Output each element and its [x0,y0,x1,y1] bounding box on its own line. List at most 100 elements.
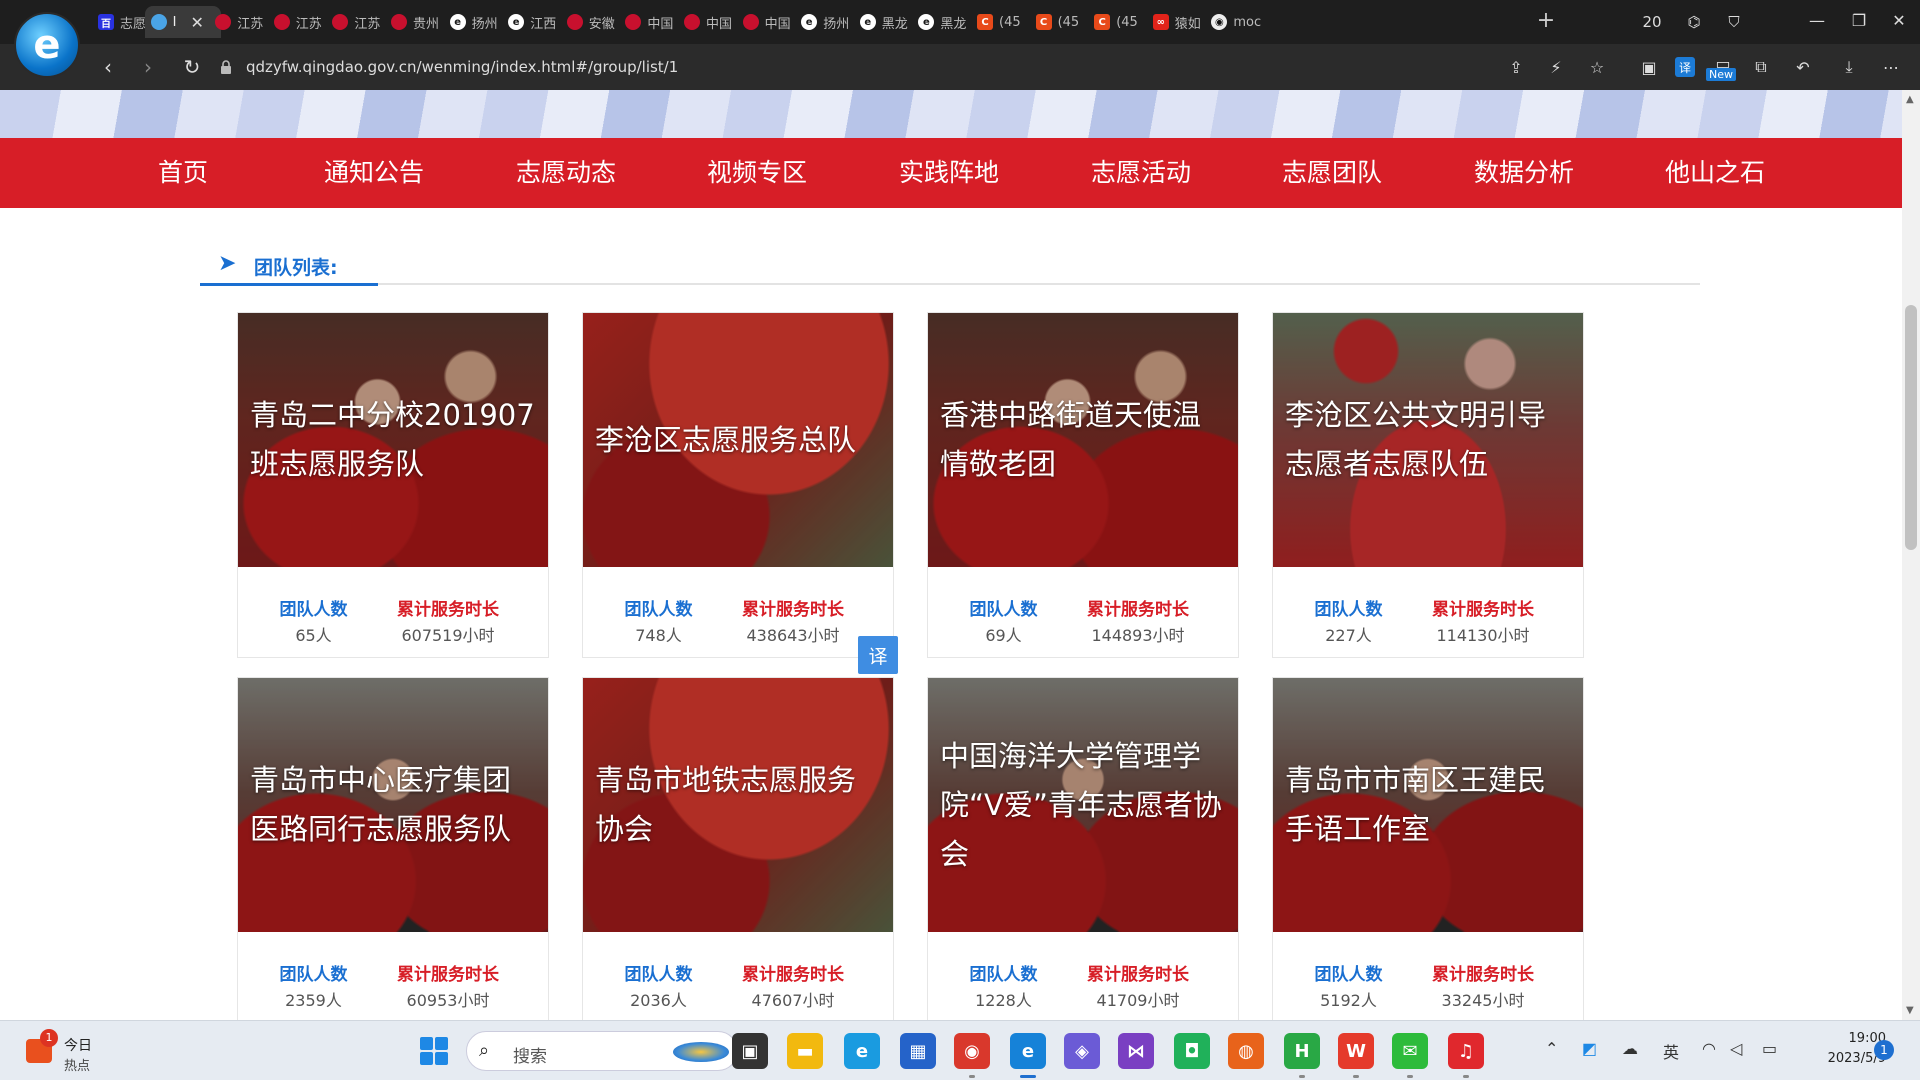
browser-tab[interactable]: C (45 [1030,6,1087,38]
team-card[interactable]: 青岛市中心医疗集团医路同行志愿服务队 团队人数 2359人 累计服务时长 60953小时 [237,677,549,1020]
browser-tab[interactable]: 安徽 [561,6,618,38]
team-name[interactable]: 青岛市市南区王建民手语工作室 [1285,678,1571,932]
netease-music-icon[interactable]: ♫ [1448,1033,1484,1069]
team-photo[interactable]: 青岛市地铁志愿服务协会 [583,678,893,932]
news-widget[interactable]: 1 今日 热点 [22,1029,112,1074]
browser-tab[interactable]: 百志愿 [92,6,149,38]
team-card[interactable]: 李沧区志愿服务总队 团队人数 748人 累计服务时长 438643小时 [582,312,894,658]
battery-icon[interactable]: ▭ [1762,1039,1777,1058]
browser-e-icon[interactable]: e [1010,1033,1046,1069]
team-name[interactable]: 青岛二中分校201907班志愿服务队 [250,313,536,567]
app-green-icon[interactable]: ◘ [1174,1033,1210,1069]
nav-item[interactable]: 首页 [103,138,263,208]
browser-tab[interactable]: e 黑龙 [912,6,969,38]
browser-tab[interactable]: e 扬州 [795,6,852,38]
close-window-button[interactable]: ✕ [1876,0,1920,40]
tray-app-icon[interactable]: ◩ [1582,1039,1597,1058]
team-photo[interactable]: 青岛市市南区王建民手语工作室 [1273,678,1583,932]
translate-icon[interactable]: 译 [1675,57,1695,77]
team-photo[interactable]: 香港中路街道天使温情敬老团 [928,313,1238,567]
tray-chevron-icon[interactable]: ⌃ [1545,1039,1558,1058]
reload-button[interactable]: ↻ [178,53,206,81]
team-name[interactable]: 青岛市中心医疗集团医路同行志愿服务队 [250,678,536,932]
chrome-icon[interactable]: ◉ [954,1033,990,1069]
nav-item[interactable]: 志愿动态 [486,138,646,208]
team-card[interactable]: 青岛市地铁志愿服务协会 团队人数 2036人 累计服务时长 47607小时 [582,677,894,1020]
undo-icon[interactable]: ↶ [1790,54,1816,80]
share-icon[interactable]: ⇪ [1503,54,1529,80]
browser-tab[interactable]: e 江西 [502,6,559,38]
extensions-icon[interactable]: ⧉ [1748,54,1774,80]
browser-tab[interactable]: 中国 [737,6,794,38]
firefox-icon[interactable]: ◍ [1228,1033,1264,1069]
shirt-icon[interactable]: ⛉ [1720,8,1748,36]
favorite-star-icon[interactable]: ☆ [1584,54,1610,80]
team-card[interactable]: 香港中路街道天使温情敬老团 团队人数 69人 累计服务时长 144893小时 [927,312,1239,658]
browser-tab[interactable]: 江苏 [326,6,383,38]
collections-icon[interactable]: ▣ [1636,54,1662,80]
team-card[interactable]: 青岛二中分校201907班志愿服务队 团队人数 65人 累计服务时长 607519小时 [237,312,549,658]
browser-tab[interactable]: 江苏 [268,6,325,38]
wechat-icon[interactable]: ✉ [1392,1033,1428,1069]
browser-tab[interactable]: ◉ moc [1205,6,1262,38]
minimize-button[interactable]: — [1794,0,1840,40]
clock-date[interactable]: 2023/5/9 [1796,1051,1886,1066]
game-icon[interactable]: ⌬ [1680,8,1708,36]
start-button[interactable] [420,1037,448,1065]
team-name[interactable]: 青岛市地铁志愿服务协会 [595,678,881,932]
taskbar-search[interactable]: ⌕ 搜索 [466,1031,738,1071]
team-card[interactable]: 李沧区公共文明引导志愿者志愿队伍 团队人数 227人 累计服务时长 114130小时 [1272,312,1584,658]
nav-item[interactable]: 志愿活动 [1061,138,1221,208]
team-card[interactable]: 中国海洋大学管理学院“V爱”青年志愿者协会 团队人数 1228人 累计服务时长 4170… [927,677,1239,1020]
tab-close-icon[interactable]: ✕ [190,13,203,32]
team-photo[interactable]: 青岛市中心医疗集团医路同行志愿服务队 [238,678,548,932]
scroll-down-icon[interactable]: ▼ [1906,1005,1914,1016]
file-explorer-icon[interactable]: ▬ [787,1033,823,1069]
menu-icon[interactable]: ⋯ [1878,54,1904,80]
nav-item[interactable]: 实践阵地 [869,138,1029,208]
copilot-icon[interactable]: ◈ [1064,1033,1100,1069]
wifi-icon[interactable]: ◠ [1702,1039,1716,1058]
browser-tab[interactable]: 贵州 [385,6,442,38]
browser-tab[interactable]: C (45 [971,6,1028,38]
volume-icon[interactable]: ◁ [1730,1039,1742,1058]
store-icon[interactable]: ▦ [900,1033,936,1069]
onedrive-icon[interactable]: ☁ [1622,1039,1638,1058]
forward-button[interactable]: › [134,53,162,81]
browser-tab[interactable]: 中国 [678,6,735,38]
team-photo[interactable]: 李沧区志愿服务总队 [583,313,893,567]
download-icon[interactable]: ⤓ [1836,54,1862,80]
browser-tab[interactable]: e 扬州 [444,6,501,38]
back-button[interactable]: ‹ [94,53,122,81]
nav-item[interactable]: 他山之石 [1635,138,1795,208]
notification-badge[interactable]: 1 [1874,1040,1894,1060]
hbuilder-icon[interactable]: H [1284,1033,1320,1069]
ime-indicator[interactable]: 英 [1663,1039,1679,1063]
translate-float-button[interactable]: 译 [858,636,898,674]
task-view-icon[interactable]: ▣ [732,1033,768,1069]
browser-tab[interactable]: ∞ 猿如 [1147,6,1204,38]
browser-tab[interactable]: 江苏 [209,6,266,38]
nav-item[interactable]: 视频专区 [677,138,837,208]
team-name[interactable]: 李沧区志愿服务总队 [595,313,881,567]
browser-logo-icon[interactable]: e [14,12,80,78]
nav-item[interactable]: 通知公告 [294,138,454,208]
browser-tab[interactable]: C (45 [1088,6,1145,38]
sidebar-count-icon[interactable]: 20 [1638,8,1666,36]
nav-item[interactable]: 志愿团队 [1252,138,1412,208]
team-card[interactable]: 青岛市市南区王建民手语工作室 团队人数 5192人 累计服务时长 33245小时 [1272,677,1584,1020]
team-name[interactable]: 香港中路街道天使温情敬老团 [940,313,1226,567]
new-tab-button[interactable]: + [1534,6,1558,36]
wps-icon[interactable]: W [1338,1033,1374,1069]
team-name[interactable]: 中国海洋大学管理学院“V爱”青年志愿者协会 [940,678,1226,932]
scroll-up-icon[interactable]: ▲ [1906,94,1914,105]
team-photo[interactable]: 中国海洋大学管理学院“V爱”青年志愿者协会 [928,678,1238,932]
browser-tab[interactable]: 中国 [619,6,676,38]
scrollbar-thumb[interactable] [1905,305,1917,550]
lock-icon[interactable] [220,60,234,74]
lightning-icon[interactable]: ⚡ [1543,54,1569,80]
nav-item[interactable]: 数据分析 [1444,138,1604,208]
url-field[interactable]: qdzyfw.qingdao.gov.cn/wenming/index.html… [220,51,1470,83]
browser-tab[interactable]: e 黑龙 [854,6,911,38]
team-name[interactable]: 李沧区公共文明引导志愿者志愿队伍 [1285,313,1571,567]
